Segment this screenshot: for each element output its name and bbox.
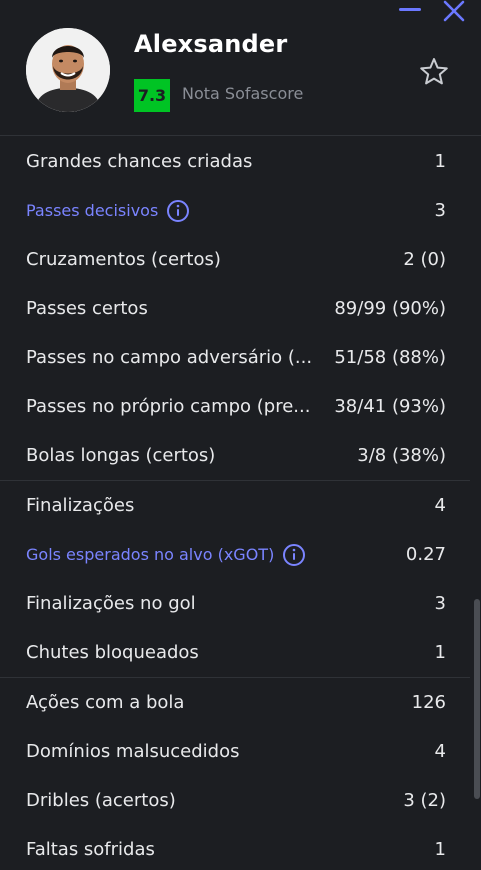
stat-row[interactable]: Gols esperados no alvo (xGOT) 0.27: [0, 530, 470, 579]
stat-label: Passes no próprio campo (pre...: [26, 396, 310, 417]
stats-group: Ações com a bola 126 Domínios malsucedidos…: [0, 678, 470, 870]
stat-row: Faltas sofridas 1: [0, 825, 470, 870]
stat-label-text[interactable]: Gols esperados no alvo (xGOT): [26, 545, 274, 564]
stat-label-text: Bolas longas (certos): [26, 445, 216, 466]
stat-row: Finalizações 4: [0, 481, 470, 530]
stat-row: Passes certos 89/99 (90%): [0, 284, 470, 333]
stat-value: 126: [411, 692, 446, 713]
stat-row: Finalizações no gol 3: [0, 579, 470, 628]
rating-label: Nota Sofascore: [182, 84, 304, 103]
stat-label-text: Ações com a bola: [26, 692, 185, 713]
info-icon[interactable]: [282, 543, 306, 567]
stat-label: Cruzamentos (certos): [26, 249, 221, 270]
stat-row: Passes no campo adversário (... 51/58 (88…: [0, 333, 470, 382]
stat-label: Passes no campo adversário (...: [26, 347, 312, 368]
stat-label-text: Grandes chances criadas: [26, 151, 253, 172]
stat-row: Passes no próprio campo (pre... 38/41 (93…: [0, 382, 470, 431]
stat-label: Chutes bloqueados: [26, 642, 199, 663]
stat-label: Grandes chances criadas: [26, 151, 252, 172]
player-name: Alexsander: [134, 30, 288, 58]
stat-value: 4: [434, 741, 446, 762]
stats-list: Grandes chances criadas 1 Passes decisivos…: [0, 137, 470, 870]
stat-label-text: Passes no campo adversário (...: [26, 347, 313, 368]
stat-label-text: Faltas sofridas: [26, 839, 155, 860]
stat-value: 2 (0): [403, 249, 446, 270]
stat-value: 3: [434, 593, 446, 614]
stat-label: Faltas sofridas: [26, 839, 155, 860]
stats-group: Finalizações 4 Gols esperados no alvo (xGO…: [0, 481, 470, 678]
stat-value: 3 (2): [403, 790, 446, 811]
stat-label-text: Finalizações no gol: [26, 593, 196, 614]
stat-label: Finalizações no gol: [26, 593, 196, 614]
stat-label-text[interactable]: Passes decisivos: [26, 201, 158, 220]
stat-label: Finalizações: [26, 495, 134, 516]
stat-label: Dribles (acertos): [26, 790, 176, 811]
stat-row: Bolas longas (certos) 3/8 (38%): [0, 431, 470, 480]
stat-label: Passes certos: [26, 298, 148, 319]
stat-value: 3/8 (38%): [357, 445, 446, 466]
stat-label: Bolas longas (certos): [26, 445, 215, 466]
stat-label-text: Passes no próprio campo (pre...: [26, 396, 311, 417]
stat-row: Cruzamentos (certos) 2 (0): [0, 235, 470, 284]
stat-label: Domínios malsucedidos: [26, 741, 240, 762]
player-header: Alexsander 7.3 Nota Sofascore: [0, 0, 481, 136]
stat-value: 1: [434, 839, 446, 860]
stat-label-text: Finalizações: [26, 495, 135, 516]
stat-value: 0.27: [405, 544, 446, 565]
info-icon[interactable]: [166, 199, 190, 223]
stat-label-text: Chutes bloqueados: [26, 642, 199, 663]
stat-row: Grandes chances criadas 1: [0, 137, 470, 186]
stat-row: Domínios malsucedidos 4: [0, 727, 470, 776]
stat-label[interactable]: Gols esperados no alvo (xGOT): [26, 543, 306, 567]
stat-label-text: Cruzamentos (certos): [26, 249, 221, 270]
stat-value: 3: [434, 200, 446, 221]
stat-label: Ações com a bola: [26, 692, 184, 713]
stat-row[interactable]: Passes decisivos 3: [0, 186, 470, 235]
stats-group: Grandes chances criadas 1 Passes decisivos…: [0, 137, 470, 481]
scrollbar-thumb[interactable]: [474, 599, 480, 799]
rating-badge: 7.3: [134, 79, 170, 112]
stat-label-text: Dribles (acertos): [26, 790, 176, 811]
stat-label[interactable]: Passes decisivos: [26, 199, 190, 223]
stat-value: 38/41 (93%): [334, 396, 446, 417]
stat-row: Ações com a bola 126: [0, 678, 470, 727]
stat-row: Chutes bloqueados 1: [0, 628, 470, 677]
stat-label-text: Passes certos: [26, 298, 148, 319]
stat-value: 1: [434, 151, 446, 172]
stat-value: 1: [434, 642, 446, 663]
star-outline-icon[interactable]: [418, 56, 450, 88]
stat-label-text: Domínios malsucedidos: [26, 741, 240, 762]
stat-row: Dribles (acertos) 3 (2): [0, 776, 470, 825]
stat-value: 51/58 (88%): [334, 347, 446, 368]
scrollbar[interactable]: [473, 137, 481, 870]
stat-value: 4: [434, 495, 446, 516]
stat-value: 89/99 (90%): [334, 298, 446, 319]
player-avatar[interactable]: [26, 28, 110, 112]
